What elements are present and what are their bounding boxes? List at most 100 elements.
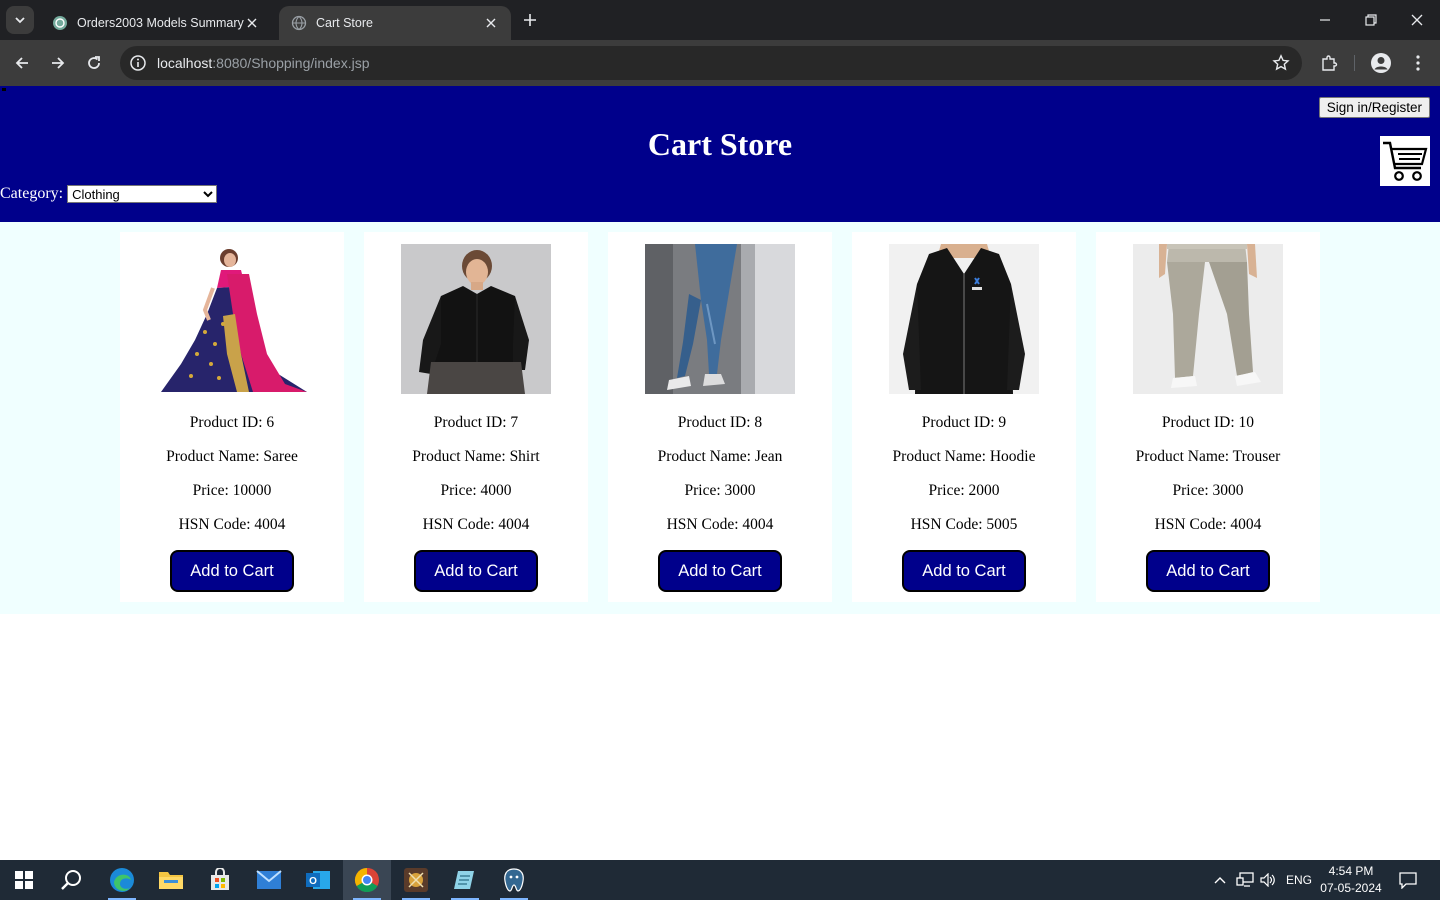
- close-window-button[interactable]: [1394, 0, 1440, 40]
- trouser-image: [1133, 244, 1283, 394]
- back-button[interactable]: [8, 49, 36, 77]
- plus-icon: [524, 14, 536, 26]
- add-to-cart-button[interactable]: Add to Cart: [414, 550, 538, 592]
- product-hsn-code: HSN Code: 5005: [910, 516, 1018, 533]
- minimize-button[interactable]: [1302, 0, 1348, 40]
- reload-button[interactable]: [80, 49, 108, 77]
- product-id: Product ID: 8: [677, 414, 763, 431]
- arrow-right-icon: [52, 57, 65, 69]
- add-to-cart-button[interactable]: Add to Cart: [658, 550, 782, 592]
- product-price: Price: 10000: [192, 482, 272, 499]
- puzzle-icon: [1322, 55, 1338, 71]
- system-clock[interactable]: 4:54 PM 07-05-2024: [1318, 863, 1384, 897]
- input-language[interactable]: ENG: [1282, 860, 1316, 900]
- product-hsn-code: HSN Code: 4004: [666, 516, 774, 533]
- product-id: Product ID: 6: [189, 414, 275, 431]
- category-select[interactable]: Clothing: [67, 185, 218, 203]
- close-icon: [1411, 14, 1423, 26]
- add-to-cart-button[interactable]: Add to Cart: [170, 550, 294, 592]
- tab-title: Orders2003 Models Summary: [77, 16, 244, 30]
- tab-search-button[interactable]: [6, 6, 34, 34]
- category-filter: Category: Clothing: [0, 185, 218, 203]
- sign-in-register-button[interactable]: Sign in/Register: [1318, 97, 1430, 118]
- outlook-icon[interactable]: O: [294, 860, 342, 900]
- arrow-left-icon: [15, 57, 28, 69]
- product-card: Product ID: 9 Product Name: Hoodie Price…: [852, 232, 1076, 602]
- globe-icon: [291, 15, 307, 31]
- shopping-cart-icon[interactable]: [1380, 136, 1430, 186]
- product-price: Price: 2000: [928, 482, 1000, 499]
- add-to-cart-button[interactable]: Add to Cart: [902, 550, 1026, 592]
- extensions-button[interactable]: [1316, 50, 1342, 76]
- header-artifact: [2, 88, 6, 91]
- minimize-icon: [1320, 19, 1330, 21]
- profile-avatar-icon: [1371, 53, 1391, 73]
- product-name: Product Name: Shirt: [412, 448, 540, 465]
- more-vertical-icon: [1416, 55, 1420, 71]
- volume-icon[interactable]: [1258, 860, 1278, 900]
- page-title: Cart Store: [647, 126, 793, 162]
- web-page: Sign in/Register Cart Store Category: Cl…: [0, 86, 1440, 860]
- chevron-up-icon[interactable]: [1210, 860, 1230, 900]
- browser-menu-button[interactable]: [1405, 50, 1431, 76]
- restore-icon: [1365, 14, 1377, 26]
- product-price: Price: 3000: [684, 482, 756, 499]
- chrome-icon[interactable]: [343, 860, 391, 900]
- url-path: :8080/Shopping/index.jsp: [212, 55, 370, 71]
- product-hsn-code: HSN Code: 4004: [1154, 516, 1262, 533]
- product-id: Product ID: 9: [921, 414, 1007, 431]
- category-label: Category:: [0, 185, 64, 202]
- store-icon[interactable]: [196, 860, 244, 900]
- site-info-icon[interactable]: [129, 54, 147, 72]
- jean-image: [645, 244, 795, 394]
- product-card: Product ID: 6 Product Name: Saree Price:…: [120, 232, 344, 602]
- notepad-icon[interactable]: [441, 860, 489, 900]
- close-icon[interactable]: [483, 15, 499, 31]
- store-header: Sign in/Register Cart Store Category: Cl…: [0, 86, 1440, 222]
- new-tab-button[interactable]: [518, 8, 542, 32]
- url-host: localhost: [157, 55, 213, 71]
- tab-title: Cart Store: [316, 16, 373, 30]
- notification-center-icon[interactable]: [1392, 860, 1424, 900]
- toolbar-separator: [1354, 55, 1355, 71]
- product-name: Product Name: Hoodie: [892, 448, 1036, 465]
- pgadmin-icon[interactable]: [490, 860, 538, 900]
- start-icon[interactable]: [0, 860, 48, 900]
- url-text[interactable]: localhost:8080/Shopping/index.jsp: [157, 55, 370, 71]
- mail-icon[interactable]: [245, 860, 293, 900]
- add-to-cart-button[interactable]: Add to Cart: [1146, 550, 1270, 592]
- edge-icon[interactable]: [98, 860, 146, 900]
- restore-button[interactable]: [1348, 0, 1394, 40]
- product-id: Product ID: 7: [433, 414, 519, 431]
- product-hsn-code: HSN Code: 4004: [422, 516, 530, 533]
- product-price: Price: 4000: [440, 482, 512, 499]
- clock-date: 07-05-2024: [1320, 881, 1382, 895]
- forward-button[interactable]: [44, 49, 72, 77]
- windows-taskbar: O ENG 4:54 PM 07-05-2024: [0, 860, 1440, 900]
- browser-toolbar: localhost:8080/Shopping/index.jsp: [0, 40, 1440, 86]
- product-id: Product ID: 10: [1161, 414, 1255, 431]
- search-icon[interactable]: [48, 860, 96, 900]
- bookmark-star-icon[interactable]: [1272, 54, 1290, 72]
- product-name: Product Name: Saree: [166, 448, 298, 465]
- profile-button[interactable]: [1368, 50, 1394, 76]
- close-icon[interactable]: [244, 15, 260, 31]
- clock-time: 4:54 PM: [1328, 864, 1374, 878]
- product-card: Product ID: 7 Product Name: Shirt Price:…: [364, 232, 588, 602]
- chevron-down-icon: [15, 17, 25, 24]
- product-grid: Product ID: 6 Product Name: Saree Price:…: [0, 222, 1440, 614]
- browser-tab-strip: Orders2003 Models Summary Cart Store: [0, 0, 1440, 40]
- tab-cart-store[interactable]: Cart Store: [279, 6, 511, 40]
- address-bar[interactable]: localhost:8080/Shopping/index.jsp: [120, 46, 1302, 80]
- product-card: Product ID: 8 Product Name: Jean Price: …: [608, 232, 832, 602]
- file-explorer-icon[interactable]: [147, 860, 195, 900]
- tab-orders-summary[interactable]: Orders2003 Models Summary: [40, 6, 272, 40]
- chatgpt-icon: [53, 16, 67, 30]
- game-app-icon[interactable]: [392, 860, 440, 900]
- reload-icon: [88, 56, 100, 69]
- network-icon[interactable]: [1234, 860, 1256, 900]
- product-name: Product Name: Jean: [657, 448, 783, 465]
- product-card: Product ID: 10 Product Name: Trouser Pri…: [1096, 232, 1320, 602]
- product-price: Price: 3000: [1172, 482, 1244, 499]
- svg-text:O: O: [309, 876, 317, 887]
